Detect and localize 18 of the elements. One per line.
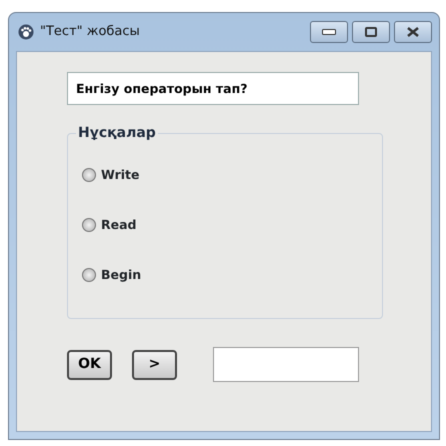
close-icon: [406, 26, 420, 38]
maximize-icon: [365, 27, 377, 37]
question-field[interactable]: Енгізу операторын тап?: [67, 72, 359, 105]
answer-field[interactable]: [213, 347, 359, 382]
radio-button[interactable]: [82, 168, 96, 182]
close-button[interactable]: [394, 21, 432, 43]
radio-button[interactable]: [82, 268, 96, 282]
window-title: "Тест" жобасы: [40, 23, 140, 42]
option-label[interactable]: Read: [101, 216, 136, 234]
next-button[interactable]: >: [132, 350, 177, 380]
option-label[interactable]: Write: [101, 166, 140, 184]
minimize-button[interactable]: [310, 21, 348, 43]
paw-icon: [18, 24, 34, 40]
radio-button[interactable]: [82, 218, 96, 232]
ok-button[interactable]: OK: [67, 350, 112, 380]
maximize-button[interactable]: [352, 21, 390, 43]
option-label[interactable]: Begin: [101, 266, 142, 284]
minimize-icon: [322, 29, 336, 35]
